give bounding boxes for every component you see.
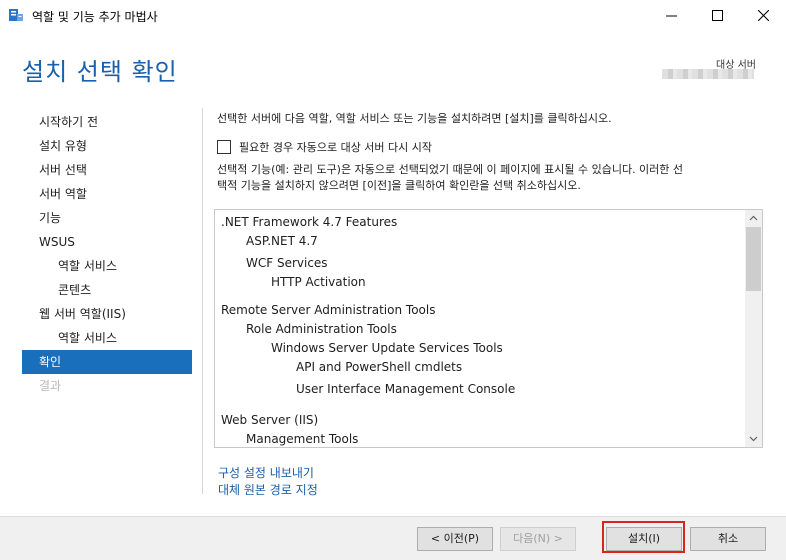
chevron-down-icon bbox=[749, 436, 758, 442]
maximize-button[interactable] bbox=[694, 0, 740, 31]
wizard-steps-nav: 시작하기 전 설치 유형 서버 선택 서버 역할 기능 WSUS 역할 서비스 … bbox=[22, 110, 192, 398]
export-config-link[interactable]: 구성 설정 내보내기 bbox=[218, 464, 314, 481]
restart-checkbox-label[interactable]: 필요한 경우 자동으로 대상 서버 다시 시작 bbox=[239, 139, 432, 155]
window-title: 역할 및 기능 추가 마법사 bbox=[32, 10, 158, 24]
previous-button[interactable]: < 이전(P) bbox=[417, 527, 493, 551]
nav-divider bbox=[202, 108, 203, 494]
features-list[interactable]: .NET Framework 4.7 Features ASP.NET 4.7 … bbox=[214, 209, 763, 448]
cancel-button[interactable]: 취소 bbox=[690, 527, 766, 551]
restart-checkbox[interactable] bbox=[217, 140, 231, 154]
scroll-thumb[interactable] bbox=[746, 227, 761, 291]
scroll-down-button[interactable] bbox=[745, 430, 762, 447]
scroll-up-button[interactable] bbox=[745, 210, 762, 227]
nav-item-iis-role-services[interactable]: 역할 서비스 bbox=[22, 326, 192, 350]
close-icon bbox=[758, 10, 769, 21]
list-item: Remote Server Administration Tools bbox=[221, 303, 436, 317]
title-bar: 역할 및 기능 추가 마법사 bbox=[0, 0, 786, 31]
list-item: Web Server (IIS) bbox=[221, 413, 319, 427]
next-button: 다음(N) > bbox=[500, 527, 576, 551]
page-title: 설치 선택 확인 bbox=[22, 58, 178, 86]
nav-item-server-selection[interactable]: 서버 선택 bbox=[22, 158, 192, 182]
target-server-name-redacted bbox=[662, 69, 754, 79]
note-line-2: 택적 기능을 설치하지 않으려면 [이전]을 클릭하여 확인란을 선택 취소하십… bbox=[217, 179, 581, 192]
list-item: User Interface Management Console bbox=[296, 382, 516, 396]
list-item: HTTP Activation bbox=[271, 275, 366, 289]
nav-item-before-you-begin[interactable]: 시작하기 전 bbox=[22, 110, 192, 134]
optional-features-note: 선택적 기능(예: 관리 도구)은 자동으로 선택되었기 때문에 이 페이지에 … bbox=[217, 162, 767, 194]
list-item: ASP.NET 4.7 bbox=[246, 234, 318, 248]
note-line-1: 선택적 기능(예: 관리 도구)은 자동으로 선택되었기 때문에 이 페이지에 … bbox=[217, 163, 684, 176]
nav-item-confirmation[interactable]: 확인 bbox=[22, 350, 192, 374]
server-manager-icon bbox=[8, 7, 24, 23]
nav-item-installation-type[interactable]: 설치 유형 bbox=[22, 134, 192, 158]
minimize-button[interactable] bbox=[648, 0, 694, 31]
nav-item-wsus[interactable]: WSUS bbox=[22, 230, 192, 254]
list-item: Role Administration Tools bbox=[246, 322, 397, 336]
alternate-source-link[interactable]: 대체 원본 경로 지정 bbox=[218, 481, 318, 498]
nav-item-content[interactable]: 콘텐츠 bbox=[22, 278, 192, 302]
intro-text: 선택한 서버에 다음 역할, 역할 서비스 또는 기능을 설치하려면 [설치]를… bbox=[217, 112, 612, 125]
list-item: Windows Server Update Services Tools bbox=[271, 341, 503, 355]
vertical-scrollbar[interactable] bbox=[745, 210, 762, 447]
close-button[interactable] bbox=[740, 0, 786, 31]
nav-item-web-server-role[interactable]: 웹 서버 역할(IIS) bbox=[22, 302, 192, 326]
nav-item-server-roles[interactable]: 서버 역할 bbox=[22, 182, 192, 206]
maximize-icon bbox=[712, 10, 723, 21]
nav-item-features[interactable]: 기능 bbox=[22, 206, 192, 230]
install-button-highlight bbox=[602, 521, 685, 553]
list-item: .NET Framework 4.7 Features bbox=[221, 215, 398, 229]
list-item: API and PowerShell cmdlets bbox=[296, 360, 463, 374]
nav-item-results: 결과 bbox=[39, 379, 62, 393]
list-item: Management Tools bbox=[246, 432, 359, 446]
nav-item-wsus-role-services[interactable]: 역할 서비스 bbox=[22, 254, 192, 278]
minimize-icon bbox=[666, 15, 677, 17]
chevron-up-icon bbox=[749, 215, 758, 221]
list-item: WCF Services bbox=[246, 256, 328, 270]
